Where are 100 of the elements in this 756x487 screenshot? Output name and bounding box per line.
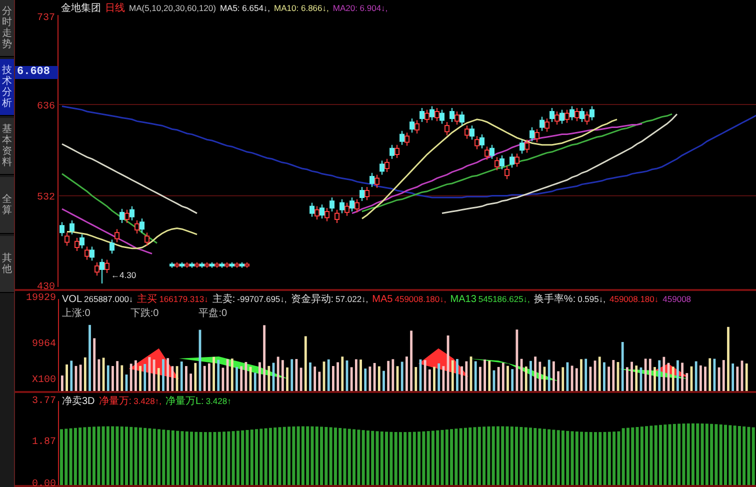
legend-entry: 净量万L: 3.428↑ — [165, 395, 232, 408]
candlestick — [480, 134, 484, 149]
candlestick — [590, 106, 594, 121]
legend-entry: 净量万: 3.428↑, — [98, 395, 162, 408]
side-tab[interactable]: 分时走势 — [0, 0, 14, 57]
candlestick — [560, 109, 564, 124]
candlestick — [514, 153, 520, 168]
candlestick — [70, 220, 74, 235]
volume-axis-label: 9964 — [32, 339, 56, 350]
candlestick — [114, 228, 120, 243]
candlestick — [550, 108, 554, 123]
candlestick — [450, 108, 454, 123]
legend-entry: MA5: 6.654↓, — [220, 3, 270, 13]
candlestick — [350, 197, 354, 212]
candlestick — [74, 237, 80, 252]
candlestick — [524, 139, 530, 154]
candlestick — [310, 202, 314, 218]
candlestick — [570, 106, 574, 121]
candlestick — [454, 111, 460, 126]
candlestick — [384, 158, 390, 173]
legend-entry: 主买 166179.313↓ — [137, 292, 208, 306]
candlestick — [580, 108, 584, 123]
candlestick — [394, 144, 400, 159]
candlestick — [564, 109, 570, 124]
candlestick — [364, 186, 370, 201]
candlestick — [100, 258, 104, 284]
side-tab[interactable]: 全算 — [0, 177, 14, 234]
candlestick — [430, 106, 434, 121]
price-axis-label: 737 — [36, 12, 55, 24]
legend-entry: MA13 545186.625↓, — [450, 294, 530, 305]
candlestick — [434, 108, 440, 122]
legend-entry: 主卖: -99707.695↓, — [212, 292, 287, 306]
candlestick — [374, 174, 380, 188]
candlestick — [354, 198, 360, 213]
price-axis-label: 430 — [36, 282, 55, 294]
legend-entry: 459008 — [662, 294, 692, 304]
candlestick — [440, 109, 444, 124]
low-price-marker: ←4.30 — [111, 270, 136, 280]
candlestick — [424, 109, 430, 124]
legend-entry: 净卖3D — [62, 394, 95, 408]
candlestick — [134, 220, 140, 234]
legend-entry: VOL 265887.000↓ — [62, 294, 134, 305]
count-label: 上涨:0 — [62, 306, 90, 318]
indicator-axis-label: 1.87 — [32, 437, 56, 448]
candlestick — [404, 132, 410, 146]
candlestick — [360, 186, 364, 202]
candlestick — [110, 239, 114, 254]
candlestick — [520, 139, 524, 154]
candlestick — [584, 111, 590, 126]
candlestick — [470, 125, 474, 140]
legend-entry: 日线 — [105, 2, 125, 15]
candlestick — [340, 198, 344, 214]
candlestick — [124, 209, 130, 224]
candlestick — [410, 118, 414, 134]
candlestick — [370, 172, 374, 188]
side-tab[interactable]: 其他 — [0, 236, 14, 293]
legend-entry: MA10: 6.866↓, — [274, 3, 329, 13]
candlestick — [120, 208, 124, 224]
candlestick — [460, 111, 464, 126]
legend-entry: MA(5,10,20,30,60,120) — [129, 3, 216, 13]
legend-entry: 459008.180↓ — [609, 294, 659, 304]
candlestick — [84, 246, 90, 260]
candlestick — [484, 146, 490, 160]
candlestick — [490, 144, 494, 160]
candlestick — [390, 144, 394, 160]
candlestick — [324, 208, 330, 222]
side-tab[interactable]: 基本资料 — [0, 118, 14, 175]
candlestick — [444, 122, 450, 136]
volume-axis-label: X100 — [32, 375, 56, 386]
candlestick — [80, 234, 84, 249]
candlestick — [540, 116, 544, 132]
candlestick — [334, 209, 340, 224]
candlestick — [554, 111, 560, 126]
candlestick — [94, 262, 100, 276]
candlestick — [400, 130, 404, 146]
candlestick — [474, 136, 480, 150]
legend-entry: 金地集团 — [61, 2, 101, 15]
volume-axis-label: 19929 — [26, 293, 56, 304]
candlestick — [500, 154, 504, 170]
price-axis-label: 532 — [36, 192, 55, 204]
candlestick — [414, 120, 420, 134]
candlestick — [130, 206, 134, 221]
legend-entry: 资金异动: 57.022↓, — [290, 293, 368, 306]
side-tab[interactable]: 技术分析 — [0, 59, 14, 116]
candlestick — [504, 165, 510, 180]
legend-entry: MA5 459008.180↓, — [372, 294, 446, 305]
candlestick — [494, 156, 500, 171]
candlestick — [344, 202, 350, 216]
candlestick — [510, 153, 514, 168]
candlestick — [330, 197, 334, 212]
legend-entry: 换手率%: 0.595↓, — [534, 292, 606, 306]
indicator-axis-label: 0.00 — [32, 479, 56, 487]
candlestick — [140, 218, 144, 234]
candlestick — [544, 118, 550, 132]
candlestick — [64, 232, 70, 246]
candlestick — [320, 204, 324, 220]
candlestick — [60, 222, 64, 237]
price-axis-label: 636 — [36, 102, 55, 112]
indicator-axis-label: 3.77 — [32, 396, 56, 407]
candlestick — [380, 160, 384, 176]
